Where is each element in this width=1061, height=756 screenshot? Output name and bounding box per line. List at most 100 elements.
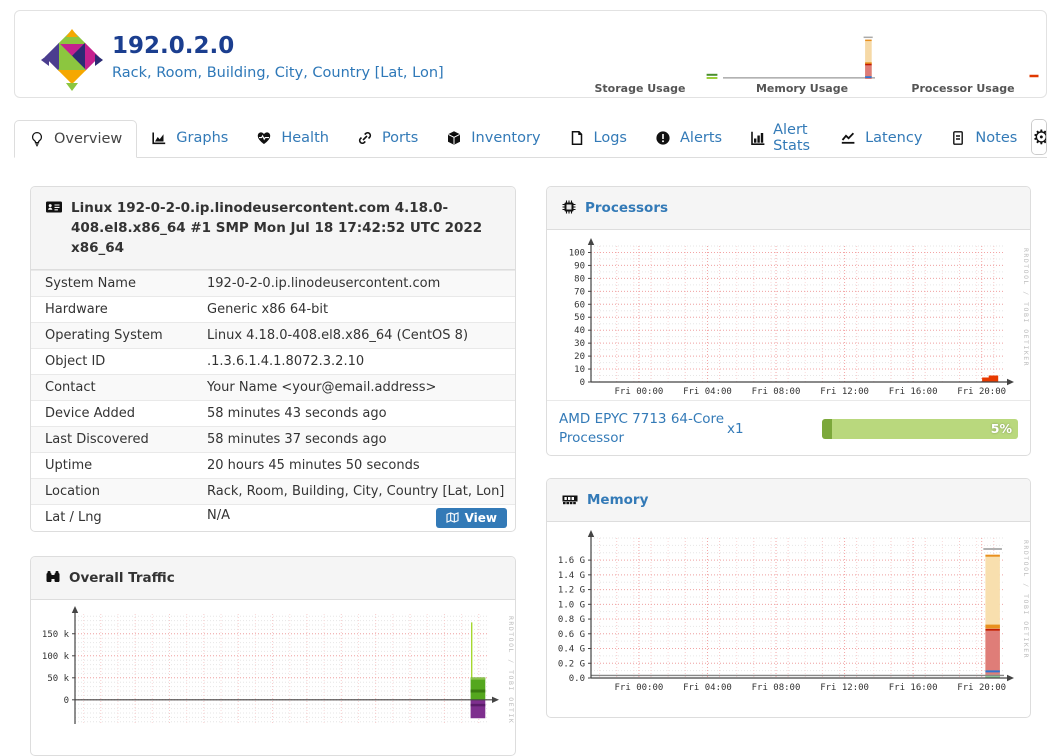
- svg-text:Fri 16:00: Fri 16:00: [889, 387, 938, 397]
- system-panel-header: Linux 192-0-2-0.ip.linodeusercontent.com…: [31, 187, 515, 270]
- storage-usage-label: Storage Usage: [594, 82, 686, 95]
- tab-label: Alerts: [680, 129, 723, 146]
- svg-text:1.2 G: 1.2 G: [558, 586, 585, 596]
- svg-text:100 k: 100 k: [42, 652, 70, 662]
- tab-actions-group: ⚙ ⋮: [1031, 119, 1047, 155]
- table-row: Contact Your Name <your@email.address>: [31, 374, 515, 401]
- tab-ports[interactable]: Ports: [343, 119, 432, 157]
- svg-text:Fri 20:00: Fri 20:00: [957, 683, 1006, 693]
- address-card-icon: [45, 199, 63, 215]
- svg-text:40: 40: [574, 326, 585, 336]
- svg-text:0.2 G: 0.2 G: [558, 659, 585, 669]
- svg-text:90: 90: [574, 261, 585, 271]
- device-tabbar: Overview Graphs Health Ports Inventory L…: [14, 119, 1047, 158]
- tab-label: Graphs: [176, 129, 229, 146]
- processors-panel: Processors 0 10 20 30 40 50 60 70 80 90 100 Fri 00:…: [546, 186, 1031, 456]
- tab-alert-stats[interactable]: Alert Stats: [736, 119, 826, 157]
- processors-panel-header[interactable]: Processors: [547, 187, 1030, 230]
- svg-text:Fri 04:00: Fri 04:00: [683, 387, 732, 397]
- table-row: Hardware Generic x86 64-bit: [31, 296, 515, 323]
- tab-label: Overview: [54, 130, 123, 147]
- svg-text:0: 0: [580, 378, 585, 388]
- table-row: Object ID .1.3.6.1.4.1.8072.3.2.10: [31, 348, 515, 375]
- processors-graph[interactable]: 0 10 20 30 40 50 60 70 80 90 100 Fri 00:00 Fri 04:00…: [547, 230, 1030, 400]
- processor-name-link[interactable]: AMD EPYC 7713 64-Core Processor: [559, 410, 727, 448]
- svg-text:30: 30: [574, 339, 585, 349]
- view-button-label: View: [464, 510, 497, 525]
- svg-text:Fri 04:00: Fri 04:00: [683, 683, 732, 693]
- memory-usage-minichart[interactable]: [722, 33, 876, 81]
- svg-text:1.4 G: 1.4 G: [558, 571, 585, 581]
- processor-usage-label: Processor Usage: [911, 82, 1015, 95]
- table-row: Device Added 58 minutes 43 seconds ago: [31, 400, 515, 427]
- svg-text:80: 80: [574, 274, 585, 284]
- tab-label: Logs: [593, 129, 627, 146]
- table-row: Uptime 20 hours 45 minutes 50 seconds: [31, 452, 515, 479]
- map-icon: [446, 512, 459, 524]
- table-row: Location Rack, Room, Building, City, Coun…: [31, 478, 515, 505]
- tab-label: Latency: [865, 129, 923, 146]
- notes-icon: [950, 130, 968, 146]
- logs-icon: [569, 130, 587, 146]
- table-row: Last Discovered 58 minutes 37 seconds ago: [31, 426, 515, 453]
- gear-icon[interactable]: ⚙: [1032, 120, 1047, 154]
- overall-traffic-graph[interactable]: 0 50 k 100 k 150 k RRDTOOL / TOBI OETIKER: [31, 600, 515, 724]
- svg-text:Fri 08:00: Fri 08:00: [752, 387, 801, 397]
- system-attributes-table: System Name 192-0-2-0.ip.linodeuserconten…: [31, 270, 515, 531]
- memory-panel-header[interactable]: Memory: [547, 479, 1030, 522]
- svg-text:10: 10: [574, 365, 585, 375]
- svg-text:RRDTOOL / TOBI OETIKER: RRDTOOL / TOBI OETIKER: [507, 616, 515, 724]
- svg-text:Fri 08:00: Fri 08:00: [752, 683, 801, 693]
- tab-logs[interactable]: Logs: [555, 119, 641, 157]
- memory-icon: [561, 491, 579, 507]
- svg-text:0.0: 0.0: [569, 674, 585, 684]
- svg-text:0.4 G: 0.4 G: [558, 645, 585, 655]
- table-row: Lat / Lng N/A View: [31, 504, 515, 531]
- device-header-card: 192.0.2.0 Rack, Room, Building, City, Co…: [14, 10, 1047, 98]
- svg-text:0: 0: [64, 696, 69, 706]
- processor-usage-bar: 5%: [822, 419, 1018, 439]
- graphs-icon: [151, 130, 169, 146]
- memory-graph[interactable]: 0.0 0.2 G 0.4 G 0.6 G 0.8 G 1.0 G 1.2 G 1.4 G 1.…: [547, 522, 1030, 696]
- inventory-icon: [446, 130, 464, 146]
- ports-icon: [357, 130, 375, 146]
- tab-latency[interactable]: Latency: [826, 119, 936, 157]
- traffic-panel-title: Overall Traffic: [69, 570, 175, 586]
- svg-text:0.8 G: 0.8 G: [558, 615, 585, 625]
- traffic-panel-header: Overall Traffic: [31, 557, 515, 600]
- device-title[interactable]: 192.0.2.0: [112, 33, 234, 59]
- tab-graphs[interactable]: Graphs: [137, 119, 242, 157]
- processor-usage-percent: 5%: [990, 421, 1012, 436]
- tab-health[interactable]: Health: [242, 119, 343, 157]
- tab-alerts[interactable]: Alerts: [641, 119, 736, 157]
- device-location-link[interactable]: Rack, Room, Building, City, Country [Lat…: [112, 65, 444, 81]
- lightbulb-icon: [29, 131, 47, 147]
- svg-text:Fri 00:00: Fri 00:00: [615, 387, 664, 397]
- svg-text:0.6 G: 0.6 G: [558, 630, 585, 640]
- microchip-icon: [561, 199, 577, 215]
- view-map-button[interactable]: View: [435, 507, 507, 528]
- tab-overview[interactable]: Overview: [14, 120, 138, 158]
- memory-panel: Memory 0.0 0.2 G 0.4 G 0.6 G 0.8 G 1.0 G 1.2 G…: [546, 478, 1031, 718]
- svg-text:RRDTOOL / TOBI OETIKER: RRDTOOL / TOBI OETIKER: [1022, 540, 1030, 659]
- svg-text:50: 50: [574, 313, 585, 323]
- alerts-icon: [655, 130, 673, 146]
- svg-text:20: 20: [574, 352, 585, 362]
- health-icon: [256, 130, 274, 146]
- tab-notes[interactable]: Notes: [936, 119, 1031, 157]
- processor-usage-fill: [822, 419, 832, 439]
- tab-inventory[interactable]: Inventory: [432, 119, 554, 157]
- binoculars-icon: [45, 569, 61, 585]
- svg-text:RRDTOOL / TOBI OETIKER: RRDTOOL / TOBI OETIKER: [1022, 248, 1030, 367]
- processor-row: AMD EPYC 7713 64-Core Processor x1 5%: [547, 400, 1030, 455]
- processor-count: x1: [727, 421, 744, 437]
- processor-usage-minichart[interactable]: [1028, 70, 1040, 82]
- svg-text:1.6 G: 1.6 G: [558, 556, 585, 566]
- svg-text:Fri 20:00: Fri 20:00: [957, 387, 1006, 397]
- alert-stats-icon: [750, 130, 766, 146]
- tab-label: Ports: [381, 129, 419, 146]
- table-row: System Name 192-0-2-0.ip.linodeuserconten…: [31, 270, 515, 297]
- tab-label: Health: [281, 129, 329, 146]
- storage-usage-minichart[interactable]: [705, 69, 719, 83]
- svg-text:1.0 G: 1.0 G: [558, 600, 585, 610]
